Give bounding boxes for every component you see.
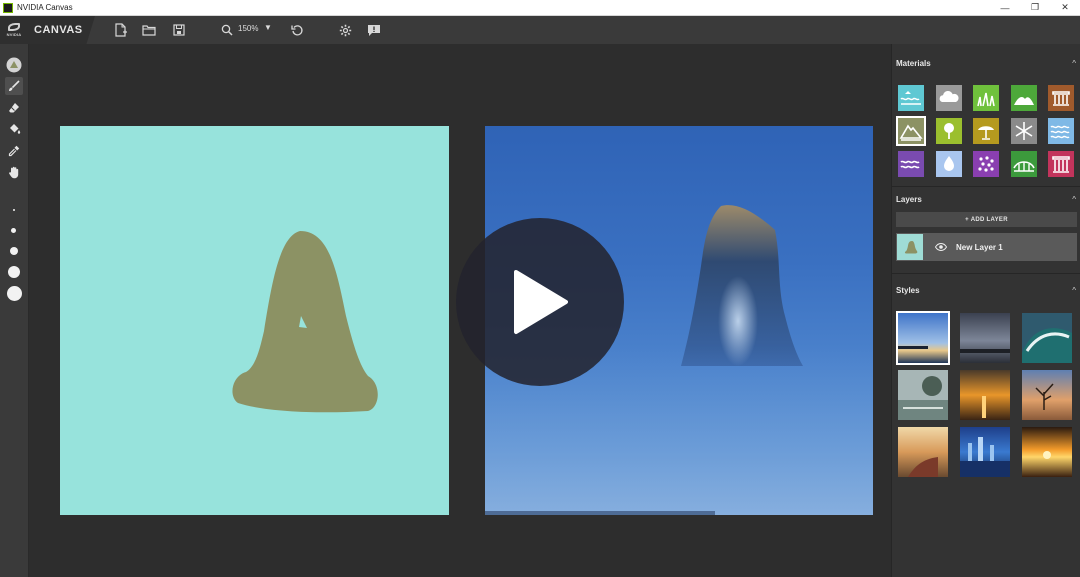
style-thumbnail-5[interactable] <box>960 370 1010 420</box>
style-thumbnail-8[interactable] <box>960 427 1010 477</box>
settings-icon[interactable] <box>336 21 354 39</box>
play-button[interactable] <box>456 218 624 386</box>
save-icon[interactable] <box>170 21 188 39</box>
reset-view-icon[interactable] <box>288 21 306 39</box>
layer-thumbnail <box>897 234 923 260</box>
brush-size-s[interactable] <box>11 228 16 233</box>
app-name: CANVAS <box>34 24 83 36</box>
window-controls: — ❐ ✕ <box>990 0 1080 16</box>
brush-size-xl[interactable] <box>7 286 22 301</box>
zoom-level[interactable]: 150% <box>238 24 258 33</box>
grass-icon[interactable] <box>973 85 999 111</box>
style-thumbnail-2[interactable] <box>960 313 1010 363</box>
hand-pan-icon[interactable] <box>5 163 23 181</box>
materials-title: Materials <box>896 58 931 68</box>
close-button[interactable]: ✕ <box>1050 0 1080 16</box>
mountain-icon[interactable] <box>896 116 926 146</box>
sea-icon[interactable] <box>898 85 924 111</box>
eraser-icon[interactable] <box>5 99 23 117</box>
minimize-button[interactable]: — <box>990 0 1020 16</box>
water-icon[interactable] <box>1048 118 1074 144</box>
layer-item[interactable]: New Layer 1 <box>896 233 1077 261</box>
divider <box>892 273 1080 274</box>
eyedropper-icon[interactable] <box>5 142 23 160</box>
cloud-icon[interactable] <box>935 85 962 111</box>
styles-header[interactable]: Styles ^ <box>896 283 1076 297</box>
chevron-up-icon[interactable]: ^ <box>1072 59 1076 68</box>
building-icon[interactable] <box>1048 85 1074 111</box>
brush-size-xs[interactable] <box>13 209 15 211</box>
zoom-icon[interactable] <box>218 21 236 39</box>
brush-icon[interactable] <box>5 77 23 95</box>
flower-icon[interactable] <box>973 151 999 177</box>
new-file-icon[interactable] <box>111 21 129 39</box>
nvidia-canvas-window: NVIDIA Canvas — ❐ ✕ NVIDIA CANVAS 150% ▼… <box>0 0 1080 577</box>
materials-header[interactable]: Materials ^ <box>896 56 1076 70</box>
feedback-icon[interactable] <box>365 21 383 39</box>
bridge-icon[interactable] <box>1010 151 1037 177</box>
window-titlebar: NVIDIA Canvas — ❐ ✕ <box>0 0 1080 16</box>
styles-title: Styles <box>896 285 920 295</box>
nvidia-logo-icon: NVIDIA <box>4 20 24 40</box>
shrub-icon[interactable] <box>973 118 999 144</box>
layers-title: Layers <box>896 194 922 204</box>
layer-name: New Layer 1 <box>956 242 1003 252</box>
app-toolbar: NVIDIA CANVAS 150% ▼ <box>0 16 1080 44</box>
style-thumbnail-1[interactable] <box>896 311 950 365</box>
chevron-up-icon[interactable]: ^ <box>1072 286 1076 295</box>
style-thumbnail-3[interactable] <box>1022 313 1072 363</box>
wall-icon[interactable] <box>1048 151 1074 177</box>
sketch-canvas[interactable] <box>60 126 449 515</box>
play-icon <box>514 270 568 334</box>
open-folder-icon[interactable] <box>140 21 158 39</box>
layers-header[interactable]: Layers ^ <box>896 192 1076 206</box>
visibility-eye-icon[interactable] <box>934 240 948 254</box>
style-thumbnail-6[interactable] <box>1022 370 1072 420</box>
brush-size-m[interactable] <box>10 247 18 255</box>
fog-icon[interactable] <box>935 151 962 177</box>
style-thumbnail-4[interactable] <box>898 370 948 420</box>
workspace <box>29 44 891 577</box>
zoom-dropdown-caret[interactable]: ▼ <box>264 23 272 32</box>
tree-icon[interactable] <box>935 118 962 144</box>
river-icon[interactable] <box>898 151 924 177</box>
right-panel: Materials ^ Layers ^ + ADD LAYER New Lay… <box>891 44 1080 577</box>
add-layer-button[interactable]: + ADD LAYER <box>896 212 1077 227</box>
style-thumbnail-7[interactable] <box>898 427 948 477</box>
chevron-up-icon[interactable]: ^ <box>1072 195 1076 204</box>
hill-icon[interactable] <box>1010 85 1037 111</box>
mountain-sketch-shape <box>232 231 378 413</box>
fill-bucket-icon[interactable] <box>5 120 23 138</box>
tool-rail <box>0 44 29 577</box>
divider <box>892 186 1080 187</box>
snow-icon[interactable] <box>1010 118 1037 144</box>
window-title: NVIDIA Canvas <box>17 3 73 12</box>
material-picker-icon[interactable] <box>5 56 23 74</box>
brand: NVIDIA CANVAS <box>0 16 95 44</box>
app-icon <box>3 2 13 13</box>
brush-size-l[interactable] <box>8 266 20 278</box>
style-thumbnail-9[interactable] <box>1022 427 1072 477</box>
restore-button[interactable]: ❐ <box>1020 0 1050 16</box>
